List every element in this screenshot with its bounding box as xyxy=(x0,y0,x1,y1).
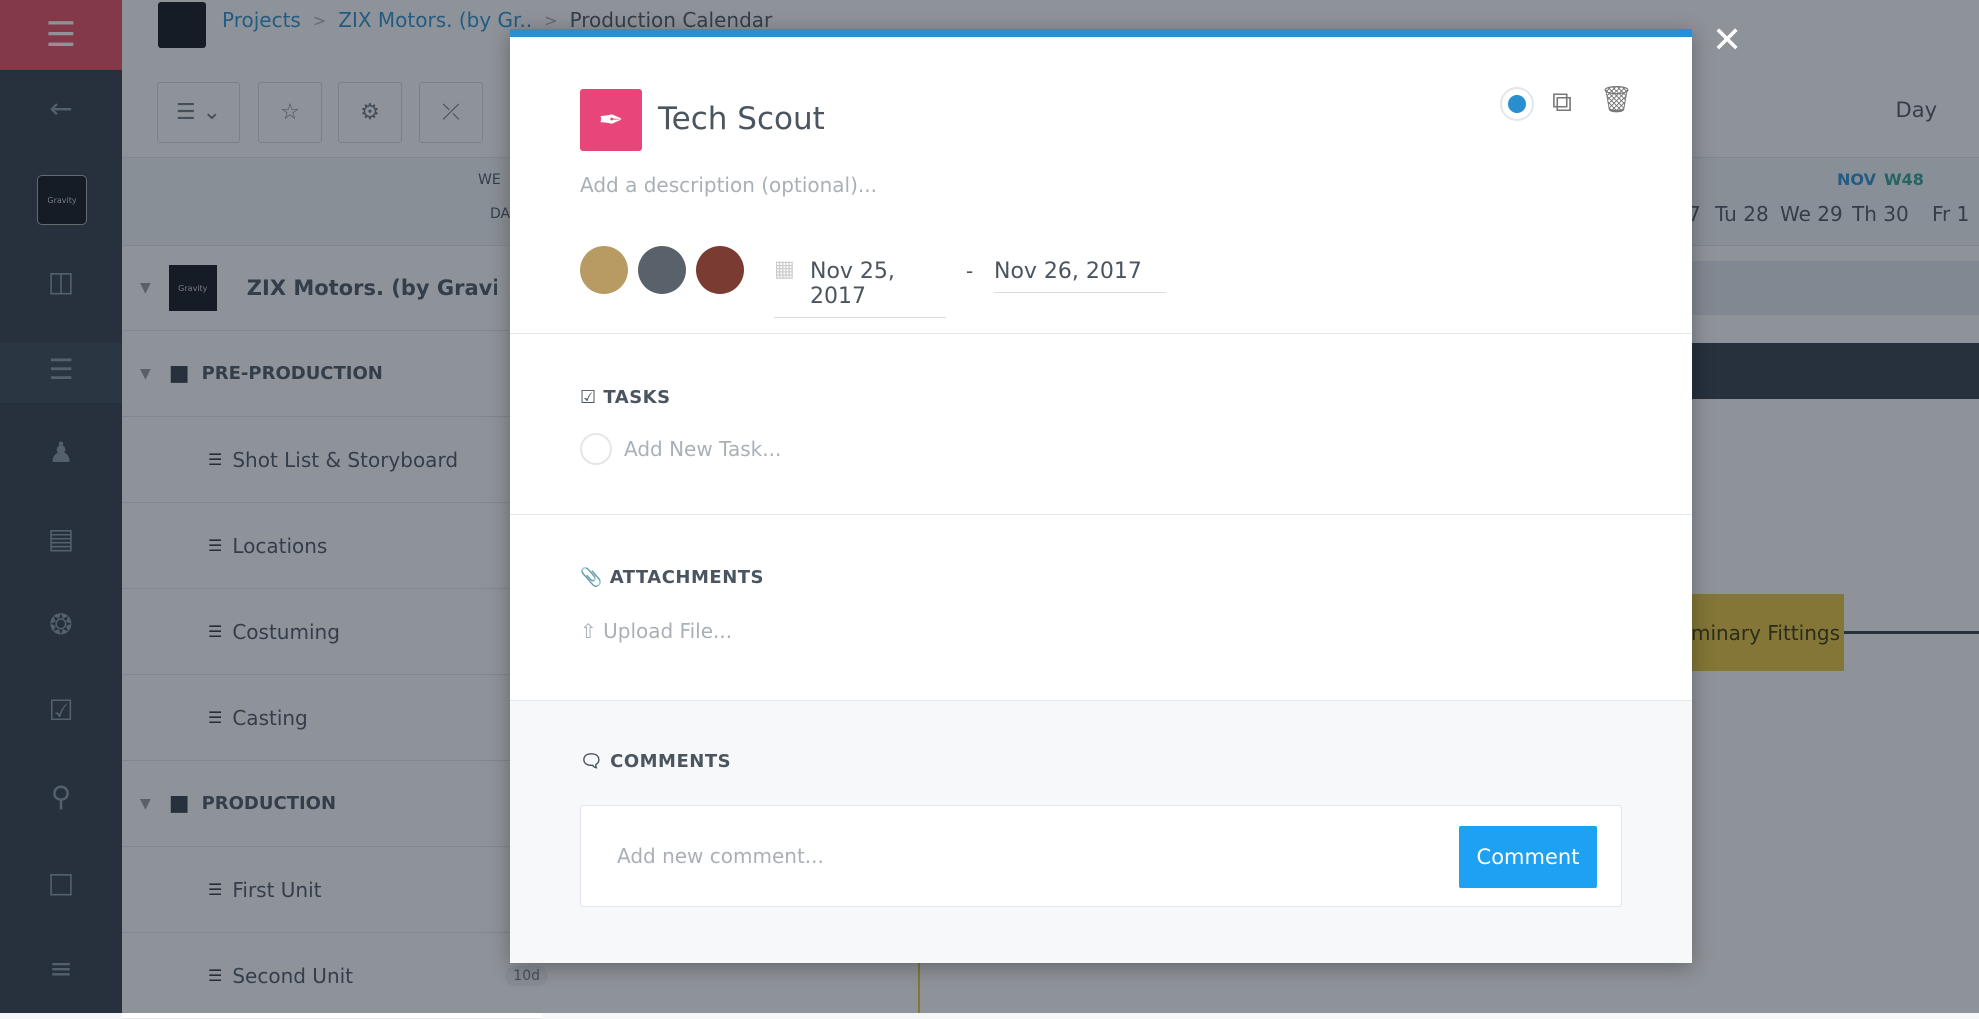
comments-title: COMMENTS xyxy=(610,751,732,772)
duplicate-icon[interactable]: ⧉ xyxy=(1552,85,1572,119)
comments-icon: 🗨 xyxy=(580,751,611,772)
upload-file-button[interactable]: ⇧ Upload File... xyxy=(580,619,732,643)
comment-button[interactable]: Comment xyxy=(1459,826,1597,888)
close-icon[interactable]: ✕ xyxy=(1712,20,1742,61)
tasks-title: TASKS xyxy=(603,387,671,408)
avatar[interactable] xyxy=(580,246,628,294)
date-separator: - xyxy=(966,259,974,283)
avatar[interactable] xyxy=(696,246,744,294)
checkbox-icon: ☑ xyxy=(580,387,604,408)
paintbrush-icon[interactable]: ✒ xyxy=(580,89,642,151)
avatar[interactable] xyxy=(638,246,686,294)
divider xyxy=(510,514,1692,515)
comment-input[interactable]: Add new comment... xyxy=(617,844,824,868)
end-date-field[interactable]: Nov 26, 2017 xyxy=(994,259,1166,293)
comments-section: 🗨 COMMENTS Add new comment... Comment xyxy=(510,700,1692,963)
task-title[interactable]: Tech Scout xyxy=(658,101,825,137)
comments-heading: 🗨 COMMENTS xyxy=(580,751,731,772)
task-checkbox[interactable] xyxy=(580,433,612,465)
divider xyxy=(510,333,1692,334)
status-toggle[interactable] xyxy=(1500,87,1534,121)
task-modal: ✒ Tech Scout ⧉ 🗑 Add a description (opti… xyxy=(510,29,1692,963)
status-dot-icon xyxy=(1508,95,1526,113)
comment-box: Add new comment... Comment xyxy=(580,805,1622,907)
attachments-heading: 📎 ATTACHMENTS xyxy=(580,567,764,588)
paperclip-icon: 📎 xyxy=(580,567,610,588)
start-date-field[interactable]: Nov 25, 2017 xyxy=(774,259,946,318)
upload-label: Upload File... xyxy=(603,619,733,643)
tasks-heading: ☑ TASKS xyxy=(580,387,671,408)
description-input[interactable]: Add a description (optional)... xyxy=(580,173,877,197)
upload-icon: ⇧ xyxy=(580,619,604,643)
trash-icon[interactable]: 🗑 xyxy=(1600,85,1633,115)
attachments-title: ATTACHMENTS xyxy=(609,567,765,588)
add-task-input[interactable]: Add New Task... xyxy=(624,437,781,461)
